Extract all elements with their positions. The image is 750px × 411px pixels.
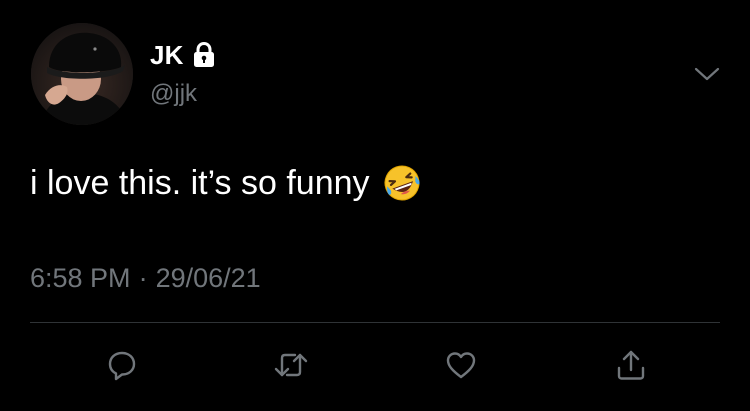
display-name[interactable]: JK — [150, 40, 184, 71]
reply-icon — [105, 348, 139, 387]
avatar-image — [31, 23, 133, 125]
tweet-body: i love this. it’s so funny — [30, 163, 370, 202]
rolling-on-floor-laughing-emoji-icon — [382, 163, 422, 203]
heart-icon — [444, 348, 478, 387]
tweet-timestamp[interactable]: 6:58 PM · 29/06/21 — [30, 263, 261, 294]
share-button[interactable] — [612, 348, 650, 386]
author-name-row: JK — [150, 40, 218, 70]
tweet-time: 6:58 PM — [30, 263, 131, 293]
tweet-text: i love this. it’s so funny — [30, 163, 422, 203]
reply-button[interactable] — [103, 348, 141, 386]
user-handle[interactable]: @jjk — [150, 80, 197, 108]
timestamp-separator: · — [138, 263, 148, 293]
lock-icon — [190, 41, 218, 69]
divider — [30, 322, 720, 323]
retweet-icon — [273, 348, 309, 387]
more-options-chevron-down-icon[interactable] — [693, 63, 721, 85]
retweet-button[interactable] — [272, 348, 310, 386]
like-button[interactable] — [442, 348, 480, 386]
share-icon — [614, 348, 648, 387]
tweet-date: 29/06/21 — [155, 263, 261, 293]
avatar[interactable] — [31, 23, 133, 125]
